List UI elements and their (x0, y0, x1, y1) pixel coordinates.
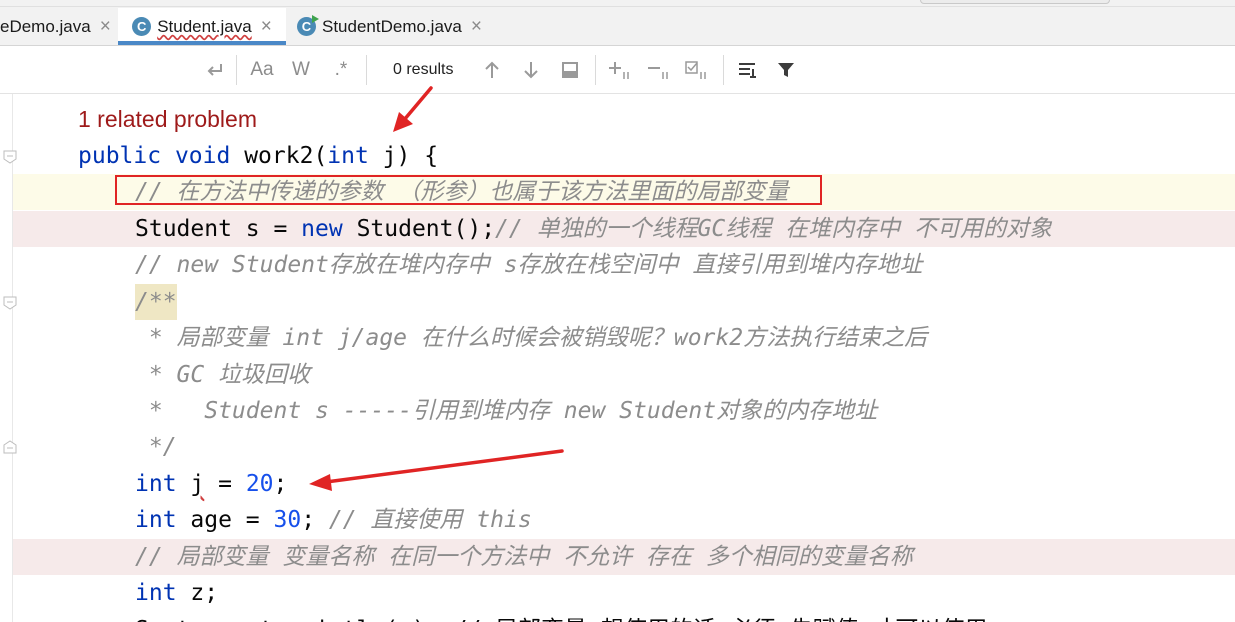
code-keyword: int (135, 580, 177, 606)
doc-comment: * 局部变量 int j/age 在什么时候会被销毁呢？work2方法执行结束之… (135, 325, 928, 351)
toolbar-separator (236, 55, 237, 85)
toolbar-separator (723, 55, 724, 85)
match-case-icon[interactable]: Aa (247, 46, 277, 93)
code-line: /** (13, 284, 1235, 320)
code-text: = (204, 471, 246, 497)
next-occurrence-icon[interactable] (517, 46, 545, 93)
close-icon[interactable]: × (100, 16, 111, 38)
code-line: public void work2(int j) { (13, 138, 1235, 174)
new-line-icon[interactable] (200, 46, 230, 93)
select-all-occurrences-icon[interactable] (682, 46, 714, 93)
code-comment: // 单独的一个线程GC线程 在堆内存中 不可用的对象 (495, 216, 1052, 242)
code-line: // new Student存放在堆内存中 s存放在栈空间中 直接引用到堆内存地… (13, 247, 1235, 283)
open-in-find-window-icon[interactable] (734, 46, 762, 93)
related-problem-hint[interactable]: 1 related problem (78, 106, 257, 133)
code-comment: // 局部变量 变量名称 在同一个方法中 不允许 存在 多个相同的变量名称 (135, 544, 913, 570)
runnable-class-icon: C (297, 15, 319, 36)
code-comment: // new Student存放在堆内存中 s存放在栈空间中 直接引用到堆内存地… (135, 252, 923, 278)
close-icon[interactable]: × (261, 16, 272, 38)
code-line: Student s = new Student();// 单独的一个线程GC线程… (13, 211, 1235, 247)
code-text: ; (273, 471, 288, 497)
whole-words-icon[interactable]: W (286, 46, 316, 93)
tab-scrollbar[interactable] (920, 0, 1110, 4)
search-results-count: 0 results (393, 61, 454, 78)
code-text: Student(); (342, 216, 496, 242)
close-icon[interactable]: × (471, 16, 482, 38)
window-top-divider (0, 6, 1235, 7)
code-number: 30 (273, 507, 302, 533)
code-text: Student s = (135, 216, 302, 242)
doc-comment: * GC 垃圾回收 (135, 362, 311, 388)
editor-tab-bar: eDemo.java × C Student.java × C StudentD… (0, 0, 1235, 46)
tab-label: Student.java (157, 16, 252, 36)
code-line: // 局部变量 变量名称 在同一个方法中 不允许 存在 多个相同的变量名称 (13, 539, 1235, 575)
code-keyword: int (327, 143, 369, 169)
code-line: * 局部变量 int j/age 在什么时候会被销毁呢？work2方法执行结束之… (13, 320, 1235, 356)
code-text: System.out.println(z); // 局部变量 想使用的话 必须 … (135, 612, 987, 622)
code-line: */ (13, 429, 1235, 465)
doc-comment-close: */ (135, 434, 177, 460)
filter-icon[interactable] (772, 46, 800, 93)
find-toolbar: Aa W .* 0 results (0, 46, 1235, 94)
code-line: * Student s -----引用到堆内存 new Student对象的内存… (13, 393, 1235, 429)
code-comment: // 直接使用 this (328, 507, 532, 533)
tab-label: StudentDemo.java (322, 16, 462, 36)
code-line: int z; (13, 575, 1235, 611)
filter-search-results-icon[interactable] (556, 46, 584, 93)
tab-label: eDemo.java (0, 16, 91, 36)
code-keyword: int (135, 471, 177, 497)
tab-edemo-java[interactable]: eDemo.java × (0, 8, 116, 45)
code-text: ; (301, 507, 329, 533)
code-editor[interactable]: 1 related problem public void work2(int … (0, 94, 1235, 622)
add-selection-icon[interactable] (605, 46, 637, 93)
doc-comment-open: /** (135, 284, 177, 320)
code-keyword: int (135, 507, 177, 533)
tab-studentdemo-java[interactable]: C StudentDemo.java × (297, 8, 497, 45)
regex-icon[interactable]: .* (326, 46, 356, 93)
toolbar-separator (595, 55, 596, 85)
code-text: z; (176, 580, 219, 606)
tab-student-java[interactable]: C Student.java × (118, 8, 286, 45)
code-keyword: public (78, 143, 162, 169)
code-line: int age = 30; // 直接使用 this (13, 502, 1235, 538)
method-name: work2( (244, 143, 328, 169)
prev-occurrence-icon[interactable] (478, 46, 506, 93)
code-text: age = (176, 507, 274, 533)
code-keyword: new (301, 216, 343, 242)
annotation-highlight-box (115, 175, 822, 205)
java-class-icon: C (132, 17, 152, 36)
toolbar-separator (366, 55, 367, 85)
code-number: 20 (245, 471, 274, 497)
doc-comment: * Student s -----引用到堆内存 new Student对象的内存… (135, 398, 878, 424)
error-variable[interactable]: j (190, 471, 204, 497)
code-keyword: void (174, 143, 231, 169)
code-line: System.out.println(z); // 局部变量 想使用的话 必须 … (13, 612, 1235, 622)
code-line: int j = 20; (13, 466, 1235, 502)
code-text: j) { (368, 143, 439, 169)
code-line: * GC 垃圾回收 (13, 357, 1235, 393)
remove-selection-icon[interactable] (644, 46, 676, 93)
